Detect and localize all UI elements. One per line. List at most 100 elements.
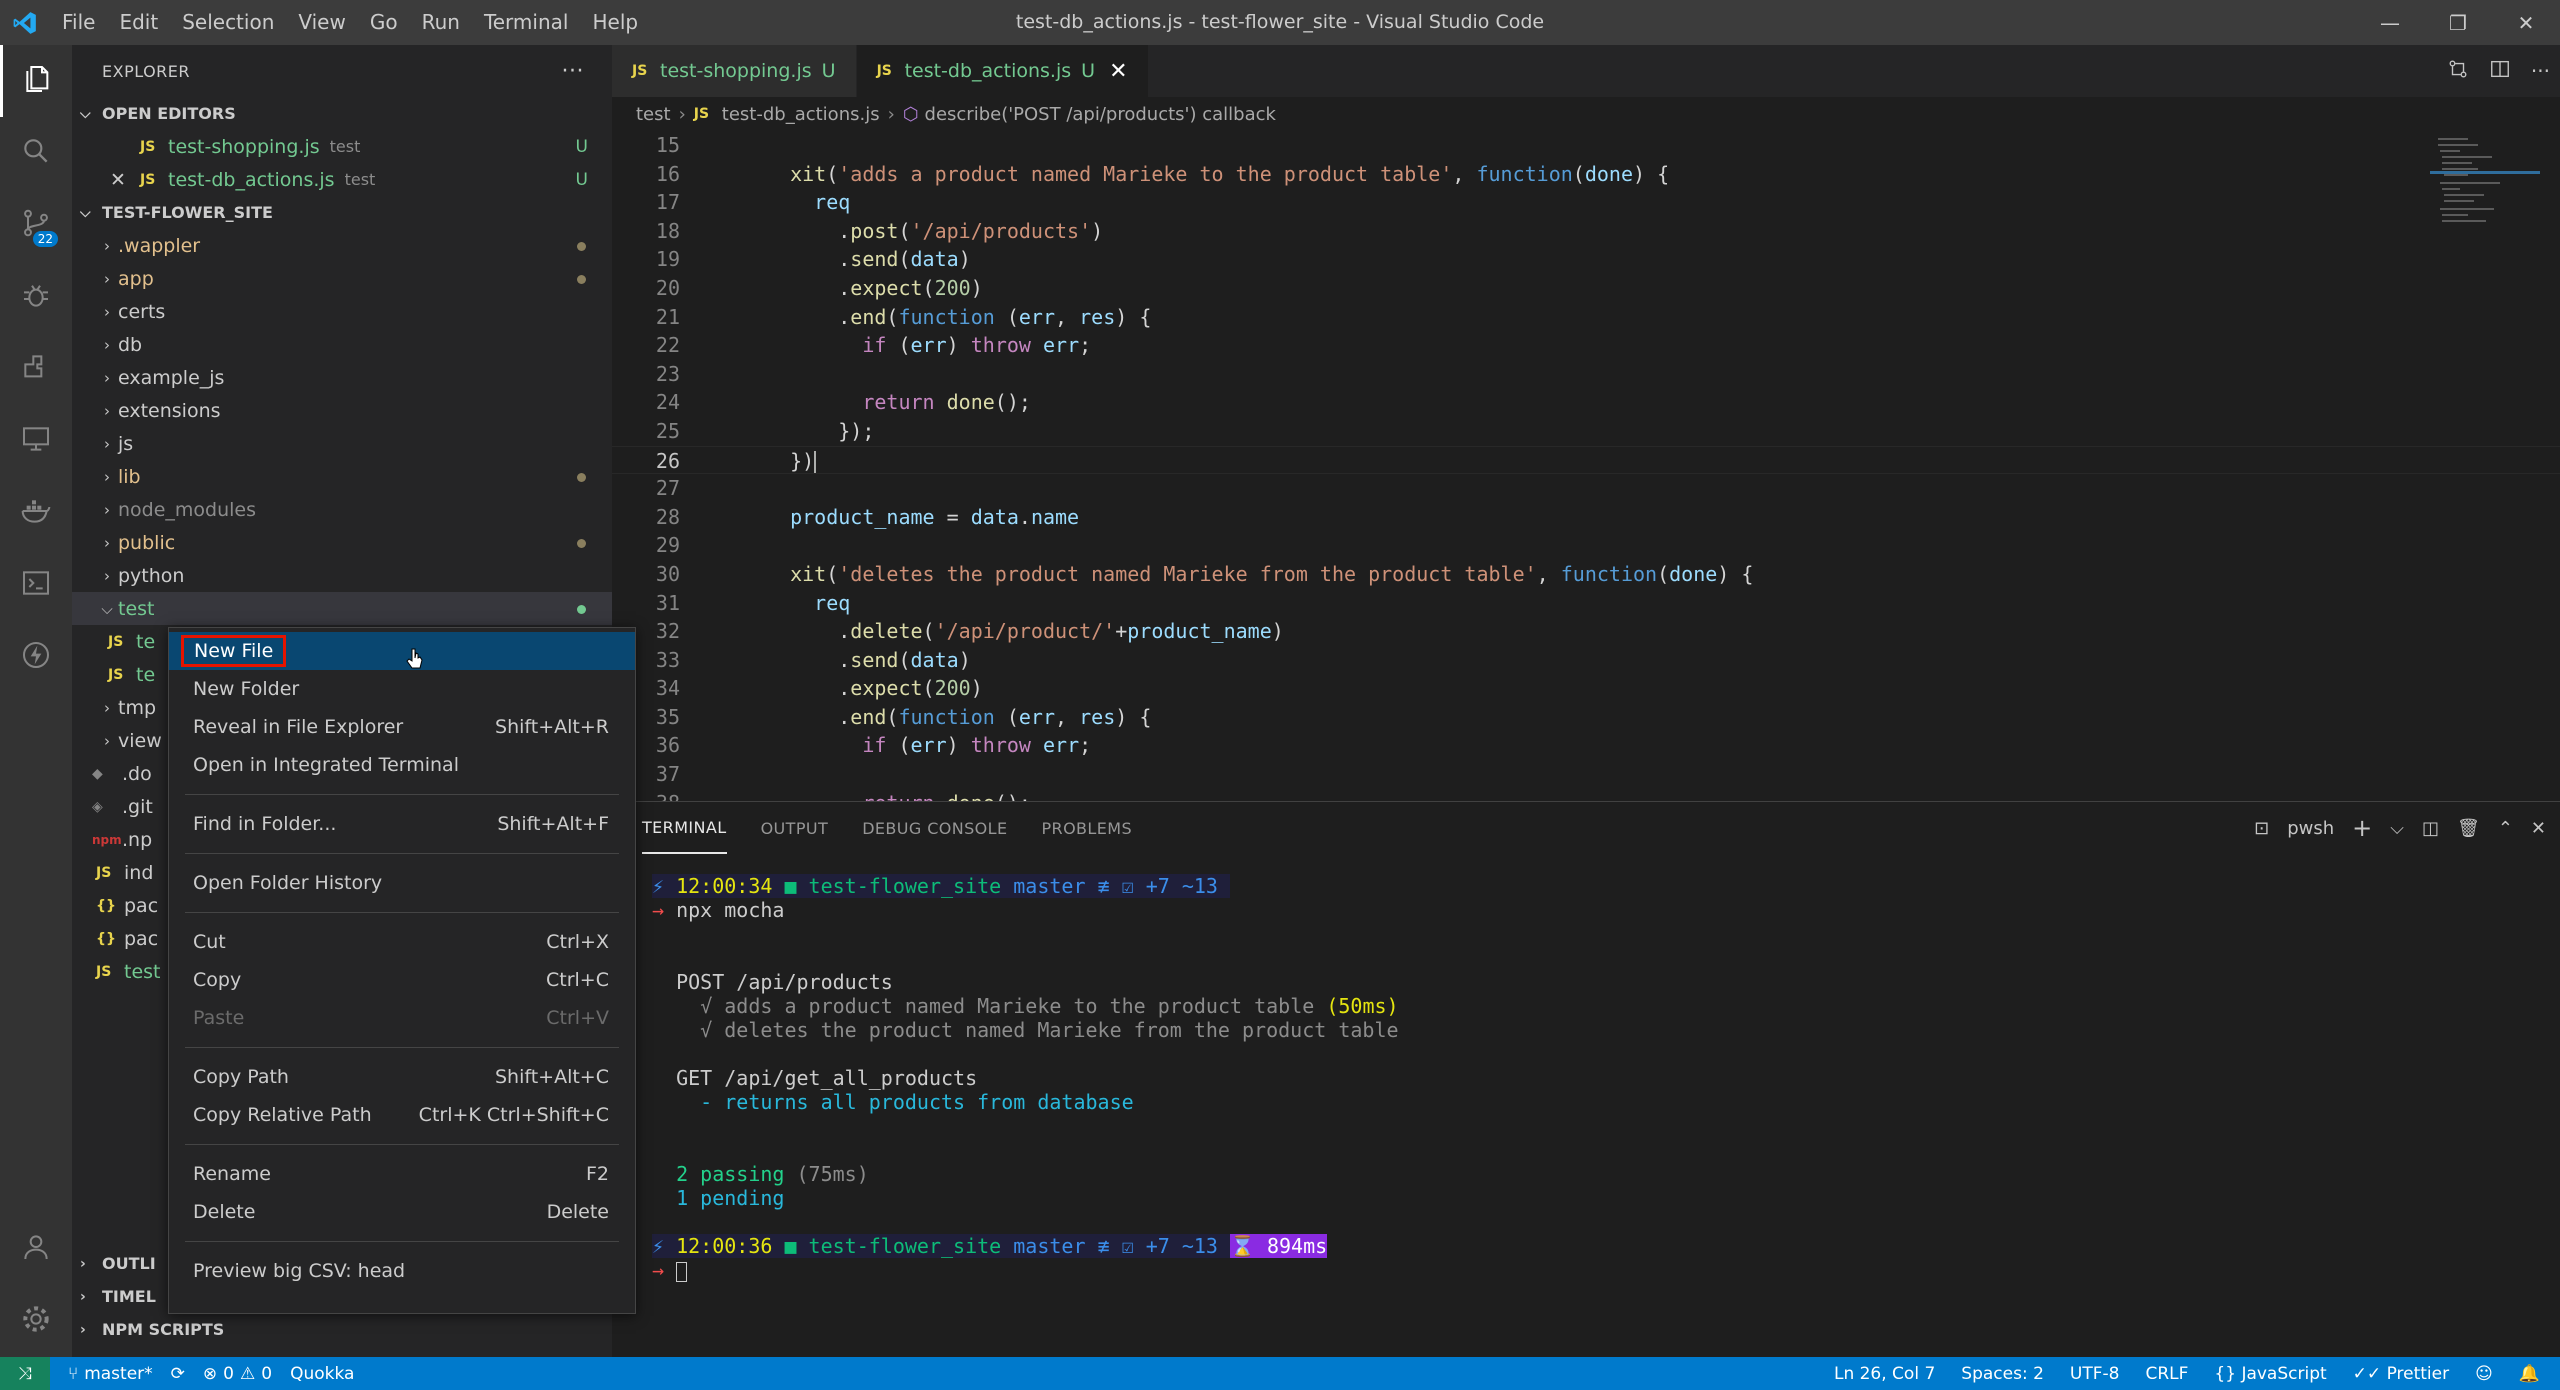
remote-indicator[interactable]: ⤨ bbox=[0, 1357, 50, 1390]
menu-edit[interactable]: Edit bbox=[107, 0, 170, 45]
menu-item-open-terminal[interactable]: Open in Integrated Terminal bbox=[169, 746, 635, 784]
manage-activity[interactable] bbox=[0, 1285, 72, 1357]
close-tab-icon[interactable]: ✕ bbox=[1109, 59, 1127, 84]
menu-item-delete[interactable]: Delete Delete bbox=[169, 1193, 635, 1231]
minimize-button[interactable]: — bbox=[2356, 0, 2424, 45]
split-editor-icon[interactable] bbox=[2489, 58, 2511, 85]
more-actions-icon[interactable]: ··· bbox=[2531, 59, 2550, 83]
close-panel-icon[interactable]: ✕ bbox=[2531, 818, 2546, 839]
vscode-logo-icon bbox=[0, 0, 50, 45]
chevron-down-icon[interactable]: ⌵ bbox=[2390, 818, 2404, 839]
menu-item-copy[interactable]: Copy Ctrl+C bbox=[169, 961, 635, 999]
folder-item[interactable]: › .wappler bbox=[72, 229, 612, 262]
folder-item[interactable]: › app bbox=[72, 262, 612, 295]
problems-indicator[interactable]: ⊗ 0 ⚠ 0 bbox=[203, 1364, 272, 1384]
cursor-position[interactable]: Ln 26, Col 7 bbox=[1834, 1364, 1935, 1384]
source-control-activity[interactable]: 22 bbox=[0, 189, 72, 261]
sync-indicator[interactable]: ⟳ bbox=[171, 1364, 185, 1384]
folder-item[interactable]: › lib bbox=[72, 460, 612, 493]
tab-debug-console[interactable]: DEBUG CONSOLE bbox=[862, 802, 1007, 854]
tab-test-db-actions[interactable]: JS test-db_actions.js U ✕ bbox=[856, 45, 1149, 97]
remote-explorer-activity[interactable] bbox=[0, 405, 72, 477]
restore-button[interactable]: ❐ bbox=[2424, 0, 2492, 45]
close-icon[interactable]: ✕ bbox=[110, 169, 140, 191]
folder-item[interactable]: › db bbox=[72, 328, 612, 361]
terminal-output[interactable]: ⚡ 12:00:34 ■ test-flower_site master ≢ ☑… bbox=[652, 874, 1399, 1282]
folder-item[interactable]: › python bbox=[72, 559, 612, 592]
menu-view[interactable]: View bbox=[286, 0, 357, 45]
prettier-status[interactable]: ✓✓ Prettier bbox=[2353, 1364, 2449, 1384]
menu-item-paste: Paste Ctrl+V bbox=[193, 1007, 609, 1029]
menu-item-find-in-folder[interactable]: Find in Folder... Shift+Alt+F bbox=[169, 805, 635, 843]
trash-icon[interactable]: 🗑 bbox=[2457, 818, 2480, 839]
folder-item[interactable]: › node_modules bbox=[72, 493, 612, 526]
chevron-up-icon[interactable]: ⌃ bbox=[2498, 818, 2513, 839]
branch-indicator[interactable]: ⑂ master* bbox=[68, 1364, 153, 1384]
end-of-line[interactable]: CRLF bbox=[2145, 1364, 2188, 1384]
breadcrumb-symbol[interactable]: describe('POST /api/products') callback bbox=[925, 104, 1276, 125]
open-editor-item[interactable]: ✕ JS test-db_actions.js test U bbox=[72, 163, 612, 196]
terminal-activity[interactable] bbox=[0, 549, 72, 621]
folder-item[interactable]: › extensions bbox=[72, 394, 612, 427]
status-bar: ⤨ ⑂ master* ⟳ ⊗ 0 ⚠ 0 Quokka Ln 26, Col 7 Sp… bbox=[0, 1357, 2560, 1390]
folder-item[interactable]: › example_js bbox=[72, 361, 612, 394]
menu-separator bbox=[185, 1144, 619, 1145]
docker-activity[interactable] bbox=[0, 477, 72, 549]
menu-item-rename[interactable]: Rename F2 bbox=[169, 1155, 635, 1193]
open-editor-item[interactable]: JS test-shopping.js test U bbox=[72, 130, 612, 163]
project-section[interactable]: ⌵ TEST-FLOWER_SITE bbox=[72, 196, 612, 229]
new-terminal-icon[interactable]: + bbox=[2352, 814, 2372, 842]
menu-selection[interactable]: Selection bbox=[170, 0, 286, 45]
minimap[interactable] bbox=[2430, 131, 2540, 801]
quokka-indicator[interactable]: Quokka bbox=[290, 1364, 354, 1384]
breadcrumb-file[interactable]: test-db_actions.js bbox=[722, 104, 880, 125]
quokka-activity[interactable] bbox=[0, 621, 72, 693]
js-file-icon: JS bbox=[140, 171, 156, 188]
menu-file[interactable]: File bbox=[50, 0, 107, 45]
bug-icon bbox=[20, 279, 52, 316]
menu-item-new-folder[interactable]: New Folder bbox=[169, 670, 635, 708]
accounts-activity[interactable] bbox=[0, 1213, 72, 1285]
folder-item[interactable]: › public bbox=[72, 526, 612, 559]
menu-help[interactable]: Help bbox=[580, 0, 650, 45]
tab-output[interactable]: OUTPUT bbox=[761, 802, 829, 854]
encoding[interactable]: UTF-8 bbox=[2070, 1364, 2120, 1384]
close-window-button[interactable]: ✕ bbox=[2492, 0, 2560, 45]
feedback-icon[interactable]: ☺ bbox=[2475, 1364, 2493, 1384]
code-editor[interactable]: 15 16 xit('adds a product named Marieke … bbox=[612, 131, 2560, 801]
menu-item-copy-relative-path[interactable]: Copy Relative Path Ctrl+K Ctrl+Shift+C bbox=[169, 1096, 635, 1134]
menu-item-copy-path[interactable]: Copy Path Shift+Alt+C bbox=[169, 1058, 635, 1096]
search-activity[interactable] bbox=[0, 117, 72, 189]
debug-activity[interactable] bbox=[0, 261, 72, 333]
js-file-icon: JS bbox=[140, 138, 156, 155]
tab-problems[interactable]: PROBLEMS bbox=[1042, 802, 1133, 854]
language-mode[interactable]: {} JavaScript bbox=[2214, 1364, 2326, 1384]
explorer-activity[interactable] bbox=[0, 45, 72, 117]
indentation[interactable]: Spaces: 2 bbox=[1961, 1364, 2044, 1384]
folder-item[interactable]: › certs bbox=[72, 295, 612, 328]
extensions-activity[interactable] bbox=[0, 333, 72, 405]
folder-item[interactable]: › js bbox=[72, 427, 612, 460]
folder-item-test[interactable]: ⌵ test bbox=[72, 592, 612, 625]
open-editors-section[interactable]: ⌵ OPEN EDITORS bbox=[72, 97, 612, 130]
json-file-icon: {} bbox=[96, 930, 116, 947]
json-file-icon: {} bbox=[96, 897, 116, 914]
breadcrumb-folder[interactable]: test bbox=[636, 104, 671, 125]
menu-item-new-file[interactable]: New File bbox=[169, 632, 635, 670]
bell-icon[interactable]: 🔔 bbox=[2519, 1364, 2540, 1384]
npm-file-icon: npm bbox=[92, 832, 122, 847]
tab-terminal[interactable]: TERMINAL bbox=[642, 802, 727, 854]
menu-go[interactable]: Go bbox=[358, 0, 410, 45]
menu-terminal[interactable]: Terminal bbox=[472, 0, 581, 45]
more-actions-icon[interactable]: ··· bbox=[562, 59, 584, 84]
menu-item-cut[interactable]: Cut Ctrl+X bbox=[169, 923, 635, 961]
tab-test-shopping[interactable]: JS test-shopping.js U bbox=[612, 45, 857, 97]
npm-scripts-section[interactable]: › NPM SCRIPTS bbox=[72, 1313, 612, 1346]
menu-item-preview-csv[interactable]: Preview big CSV: head bbox=[169, 1252, 635, 1290]
menu-item-reveal[interactable]: Reveal in File Explorer Shift+Alt+R bbox=[169, 708, 635, 746]
split-terminal-icon[interactable]: ◫ bbox=[2422, 818, 2439, 839]
compare-icon[interactable] bbox=[2447, 58, 2469, 85]
menu-run[interactable]: Run bbox=[410, 0, 472, 45]
shell-name[interactable]: pwsh bbox=[2287, 818, 2334, 839]
menu-item-folder-history[interactable]: Open Folder History bbox=[169, 864, 635, 902]
